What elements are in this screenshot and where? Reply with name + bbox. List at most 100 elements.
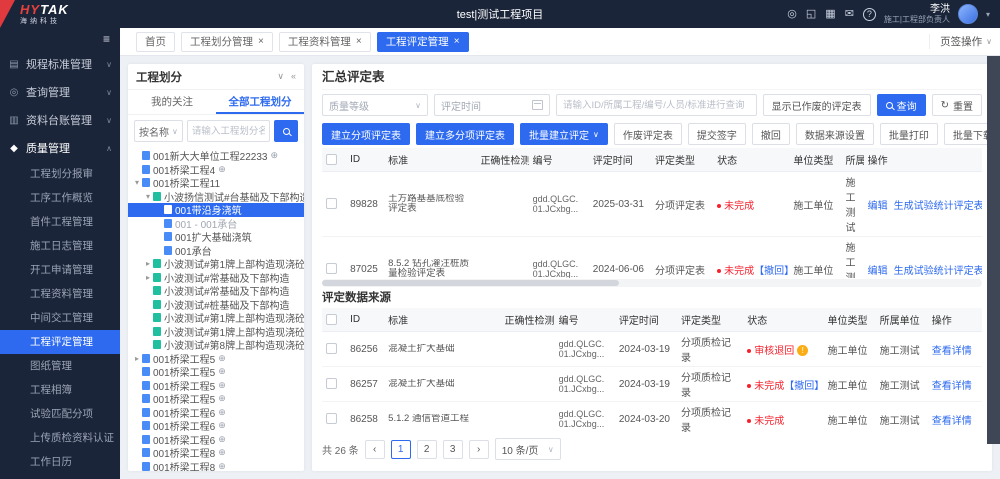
row-checkbox[interactable] [326, 378, 337, 389]
row-action[interactable]: 编辑 [868, 266, 888, 277]
row-checkbox[interactable] [326, 343, 337, 354]
sidebar-item[interactable]: ▤规程标准管理∨ [0, 50, 120, 78]
tree-search-button[interactable] [274, 120, 298, 142]
sidebar-subitem[interactable]: 上传质检资料认证 [0, 426, 120, 450]
search-type-select[interactable]: 按名称 ∨ [134, 120, 183, 142]
plus-icon[interactable]: ⊕ [271, 150, 279, 161]
tree-node[interactable]: 001桥梁工程8⊕ [128, 446, 304, 460]
page-ops-button[interactable]: 页签操作 ∨ [929, 34, 992, 49]
tab-item[interactable]: 工程评定管理× [377, 32, 469, 52]
page-size-select[interactable]: 10 条/页 ∨ [495, 438, 561, 460]
action-button[interactable]: 批量打印 [880, 123, 938, 145]
tree-node[interactable]: 001带沿身浇筑 [128, 203, 304, 217]
tree-node[interactable]: ▾001桥梁工程11 [128, 176, 304, 190]
plus-icon[interactable]: ⊕ [218, 380, 226, 391]
reset-button[interactable]: ↻ 重置 [932, 94, 982, 116]
plus-icon[interactable]: ⊕ [218, 366, 226, 377]
quality-grade-select[interactable]: 质量等级 ∨ [322, 94, 428, 116]
plus-icon[interactable]: ⊕ [218, 407, 226, 418]
tree-node[interactable]: ▾小波扬信测试#台基础及下部构造砼 [128, 190, 304, 204]
tree-node[interactable]: ▸小波测试#第1牌上部构造现浇砼 [128, 257, 304, 271]
scan-icon[interactable]: ◎ [787, 9, 797, 20]
sidebar-subitem[interactable]: 工作日历 [0, 450, 120, 474]
sidebar-item[interactable]: ◎查询管理∨ [0, 78, 120, 106]
page-button[interactable]: 3 [443, 440, 463, 459]
page-button[interactable]: 1 [391, 440, 411, 459]
search-button[interactable]: 查询 [877, 94, 926, 116]
table-row[interactable]: 86257混凝土扩大基础gdd.QLGC.01.JCxbg...2024-03-… [322, 367, 982, 402]
tree-node[interactable]: 001扩大基础浇筑 [128, 230, 304, 244]
tree-node[interactable]: ▸小波测试#常基础及下部构造 [128, 271, 304, 285]
evaluation-date-picker[interactable]: 评定时间 [434, 94, 550, 116]
prev-page-button[interactable]: ‹ [365, 440, 385, 459]
collapse-panel-icon[interactable]: « [291, 71, 296, 82]
action-button[interactable]: 作废评定表 [614, 123, 682, 145]
plus-icon[interactable]: ⊕ [218, 447, 226, 458]
close-icon[interactable]: × [258, 37, 264, 47]
horizontal-scrollbar[interactable] [322, 279, 982, 287]
vertical-scrollbar[interactable] [987, 56, 1000, 444]
tree-node[interactable]: 001桥梁工程6⊕ [128, 419, 304, 433]
sidebar-subitem[interactable]: 试验匹配分项 [0, 402, 120, 426]
sidebar-subitem[interactable]: 中间交工管理 [0, 306, 120, 330]
sidebar-subitem[interactable]: 工程划分报审 [0, 162, 120, 186]
tree-node[interactable]: 001承台 [128, 244, 304, 258]
tree-node[interactable]: 001桥梁工程6⊕ [128, 433, 304, 447]
next-page-button[interactable]: › [469, 440, 489, 459]
plus-icon[interactable]: ⊕ [218, 393, 226, 404]
plus-icon[interactable]: ⊕ [218, 164, 226, 175]
sidebar-subitem[interactable]: 工序工作概览 [0, 186, 120, 210]
tree-node[interactable]: 小波测试#桩基础及下部构造 [128, 298, 304, 312]
chevron-down-icon[interactable]: ▾ [986, 10, 990, 19]
tree-node[interactable]: ▸001桥梁工程5⊕ [128, 352, 304, 366]
tree-node[interactable]: 001桥梁工程5⊕ [128, 365, 304, 379]
row-action[interactable]: 生成试验统计评定表 [894, 201, 982, 212]
sidebar-item[interactable]: ▥资料台账管理∨ [0, 106, 120, 134]
row-checkbox[interactable] [326, 413, 337, 424]
fullscreen-icon[interactable]: ◱ [806, 9, 816, 20]
row-action[interactable]: 查看详情 [932, 346, 972, 357]
tree-node[interactable]: 小波测试#第1牌上部构造现浇砼 [128, 311, 304, 325]
row-action[interactable]: 编辑 [868, 201, 888, 212]
row-action[interactable]: 查看详情 [932, 416, 972, 427]
sidebar-collapse-icon[interactable]: ≡ [103, 32, 110, 46]
table-row[interactable]: 89828土方路基基底检验评定表gdd.QLGC.01.JCxbg...2025… [322, 172, 982, 237]
sidebar-subitem[interactable]: 图纸管理 [0, 354, 120, 378]
sidebar-subitem[interactable]: 工程相簿 [0, 378, 120, 402]
action-button[interactable]: 撤回 [752, 123, 790, 145]
keyword-search-input[interactable] [556, 94, 757, 116]
tab-item[interactable]: 工程划分管理× [181, 32, 273, 52]
table-row[interactable]: 86256混凝土扩大基础gdd.QLGC.01.JCxbg...2024-03-… [322, 332, 982, 367]
tree-node[interactable]: 001桥梁工程6⊕ [128, 406, 304, 420]
tree-node[interactable]: 小波测试#第8牌上部构造现浇砼 [128, 338, 304, 352]
table-row[interactable]: 862585.1.2 通信管道工程gdd.QLGC.01.JCxbg...202… [322, 402, 982, 437]
select-all-checkbox[interactable] [326, 314, 337, 325]
row-checkbox[interactable] [326, 198, 337, 209]
sidebar-subitem[interactable]: 工程资料管理 [0, 282, 120, 306]
plus-icon[interactable]: ⊕ [218, 420, 226, 431]
sidebar-subitem[interactable]: 开工申请管理 [0, 258, 120, 282]
plus-icon[interactable]: ⊕ [218, 353, 226, 364]
action-button[interactable]: 数据来源设置 [796, 123, 874, 145]
tree-node[interactable]: 001桥梁工程5⊕ [128, 379, 304, 393]
tree-search-input[interactable] [187, 120, 270, 142]
tree-tab[interactable]: 我的关注 [128, 90, 216, 114]
close-icon[interactable]: × [356, 37, 362, 47]
plus-icon[interactable]: ⊕ [218, 434, 226, 445]
tab-item[interactable]: 首页 [136, 32, 175, 52]
action-button[interactable]: 提交签字 [688, 123, 746, 145]
action-button[interactable]: 批量下载 [944, 123, 992, 145]
chevron-down-icon[interactable]: ∨ [277, 71, 284, 82]
help-icon[interactable]: ? [863, 8, 876, 21]
sidebar-subitem[interactable]: 首件工程管理 [0, 210, 120, 234]
user-info[interactable]: 李洪 施工|工程部负责人 [884, 4, 950, 25]
grid-icon[interactable]: ▦ [825, 9, 835, 20]
tree-node[interactable]: 001桥梁工程5⊕ [128, 392, 304, 406]
tree-node[interactable]: 小波测试#常基础及下部构造 [128, 284, 304, 298]
sidebar-subitem[interactable]: 施工日志管理 [0, 234, 120, 258]
tree-node[interactable]: 001桥梁工程4⊕ [128, 163, 304, 177]
table-row[interactable]: 870258.5.2 钻孔灌注桩质量检验评定表gdd.QLGC.01.JCxbg… [322, 237, 982, 279]
page-button[interactable]: 2 [417, 440, 437, 459]
batch-create-dropdown[interactable]: 批量建立评定 ∨ [520, 123, 608, 145]
row-action[interactable]: 查看详情 [932, 381, 972, 392]
